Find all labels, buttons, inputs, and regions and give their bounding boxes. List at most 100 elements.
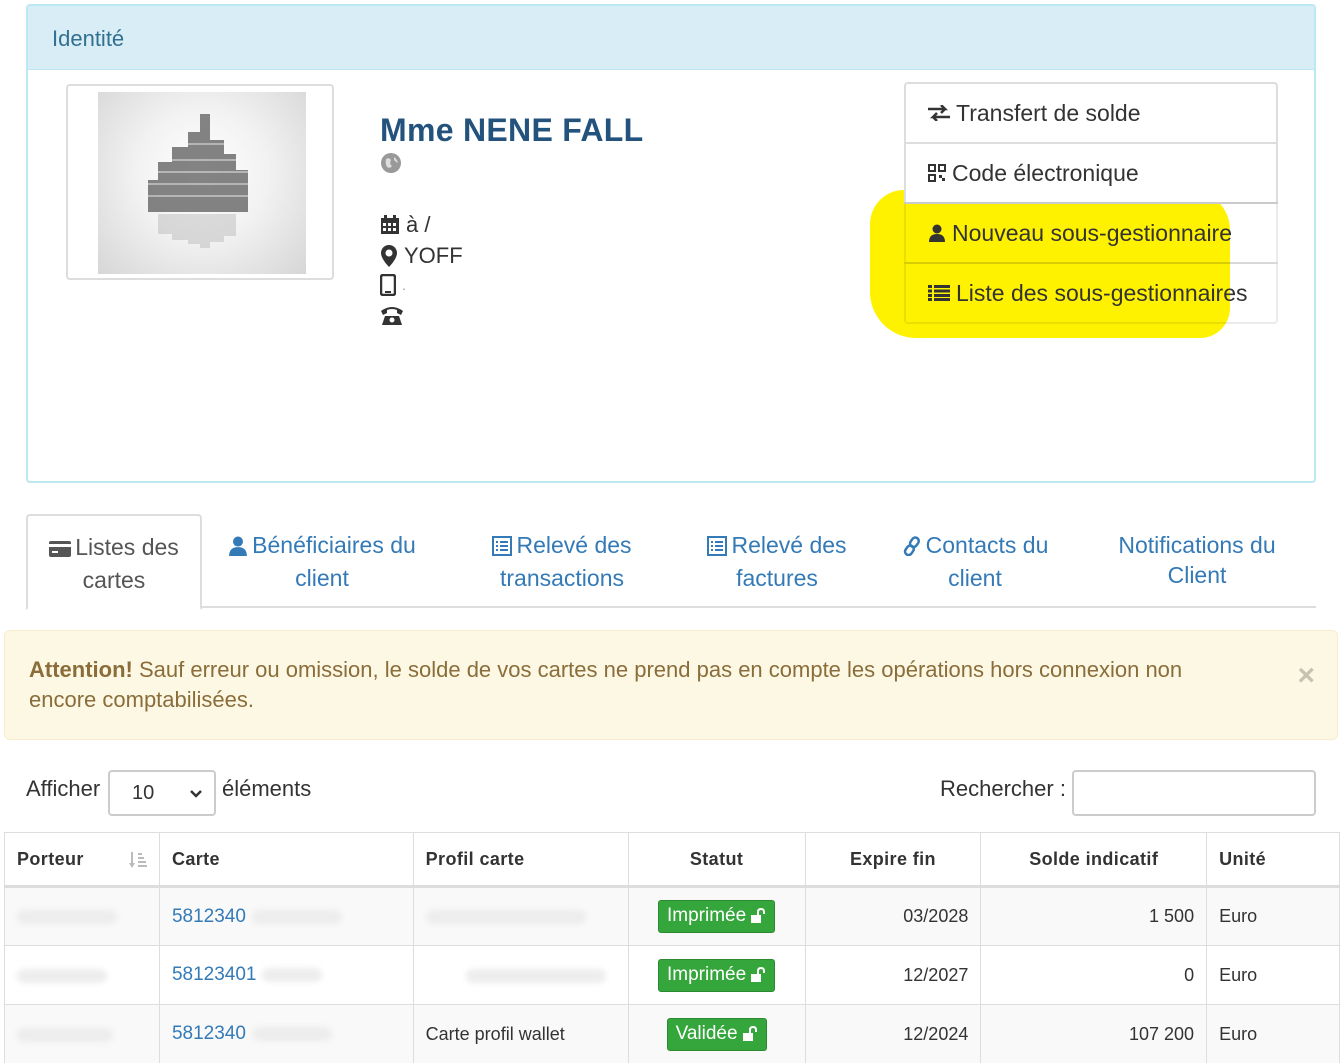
client-name: Mme NENE FALL	[380, 112, 644, 148]
unlock-icon	[742, 1025, 757, 1041]
user-icon	[929, 224, 945, 242]
calendar-icon	[381, 215, 399, 234]
chevron-down-icon	[190, 790, 202, 798]
panel-title: Identité	[28, 6, 1314, 70]
birth-line: à /	[380, 212, 430, 238]
tab-contacts[interactable]: Contacts du client	[872, 514, 1078, 608]
phone-line	[380, 304, 404, 326]
map-marker-icon	[381, 245, 397, 267]
table-row: 58123401 Imprimée 12/2027 0 Euro	[4, 945, 1340, 1005]
expire-cell: 12/2027	[804, 945, 982, 1005]
carte-cell: 5812340	[158, 886, 414, 946]
tab-invoices-line2: factures	[736, 565, 818, 591]
porteur-cell	[4, 886, 160, 946]
search-input[interactable]	[1072, 770, 1316, 816]
solde-cell: 1 500	[980, 886, 1208, 946]
tab-notifications-line1: Notifications du	[1118, 532, 1276, 558]
solde-cell: 107 200	[980, 1004, 1208, 1063]
header-porteur[interactable]: Porteur	[4, 832, 160, 888]
transfer-balance-button[interactable]: Transfert de solde	[904, 82, 1278, 144]
sub-manager-list-button[interactable]: Liste des sous-gestionnaires	[904, 262, 1278, 324]
list-icon	[928, 285, 950, 301]
status-badge: Imprimée	[657, 958, 776, 992]
carte-cell: 58123401	[158, 945, 414, 1005]
alert-strong: Attention!	[29, 657, 133, 682]
page-length-select[interactable]: 10	[108, 770, 216, 816]
unite-cell: Euro	[1206, 1004, 1340, 1063]
tab-beneficiaries[interactable]: Bénéficiaires du client	[202, 514, 442, 608]
list-alt-icon	[707, 536, 728, 556]
tab-beneficiaries-line2: client	[295, 565, 349, 591]
tab-invoices-line1: Relevé des	[731, 532, 847, 558]
status-badge: Imprimée	[657, 900, 776, 933]
user-icon	[229, 536, 248, 556]
mobile-text: .	[402, 277, 406, 293]
table-row: 5812340 Imprimée 03/2028 1 500 Euro	[4, 886, 1340, 946]
expire-cell: 12/2024	[804, 1004, 982, 1063]
unite-cell: Euro	[1206, 886, 1340, 946]
statut-cell: Imprimée	[627, 945, 806, 1005]
qrcode-icon	[928, 164, 946, 182]
cards-table: Porteur Carte Profil carte Statut Expire…	[4, 832, 1340, 1063]
list-alt-icon	[492, 536, 513, 556]
close-icon[interactable]: ×	[1297, 661, 1315, 691]
mobile-line: .	[380, 274, 406, 296]
link-icon	[903, 536, 920, 557]
transfer-balance-label: Transfert de solde	[956, 99, 1141, 126]
header-solde[interactable]: Solde indicatif	[980, 832, 1208, 888]
location-line: YOFF	[380, 243, 463, 269]
exchange-icon	[928, 105, 950, 121]
electronic-code-button[interactable]: Code électronique	[904, 142, 1278, 204]
birth-text: à /	[406, 212, 431, 237]
solde-cell: 0	[980, 945, 1208, 1005]
card-link[interactable]: 5812340	[172, 1023, 246, 1044]
unlock-icon	[751, 908, 766, 923]
sub-manager-list-label: Liste des sous-gestionnaires	[956, 279, 1248, 306]
tab-transactions[interactable]: Relevé des transactions	[442, 514, 682, 608]
unlock-icon	[751, 966, 766, 982]
alert-text: Sauf erreur ou omission, le solde de vos…	[29, 657, 1183, 712]
avatar	[66, 84, 334, 280]
show-label: Afficher	[26, 776, 101, 801]
porteur-cell	[4, 1004, 160, 1063]
tab-card-list-line1: Listes des	[75, 534, 179, 560]
header-carte[interactable]: Carte	[158, 832, 414, 888]
tab-invoices[interactable]: Relevé des factures	[682, 514, 872, 608]
table-header-row: Porteur Carte Profil carte Statut Expire…	[4, 832, 1340, 888]
tab-contacts-line1: Contacts du	[925, 532, 1049, 558]
card-link[interactable]: 58123401	[172, 964, 257, 985]
statut-cell: Imprimée	[627, 886, 806, 946]
credit-card-icon	[49, 541, 72, 557]
building-image	[98, 92, 306, 274]
profil-cell: Carte profil wallet	[412, 1004, 629, 1063]
phone-icon	[381, 307, 403, 325]
statut-cell: Validée	[627, 1004, 806, 1063]
page-length-value: 10	[132, 782, 155, 804]
tab-notifications[interactable]: Notifications du Client	[1078, 514, 1316, 608]
header-statut[interactable]: Statut	[627, 832, 806, 888]
electronic-code-label: Code électronique	[952, 159, 1139, 186]
profil-cell	[412, 886, 629, 946]
location-text: YOFF	[404, 243, 463, 268]
header-expire[interactable]: Expire fin	[804, 832, 982, 888]
warning-alert: Attention! Sauf erreur ou omission, le s…	[4, 630, 1338, 740]
tab-card-list-line2: cartes	[82, 567, 146, 593]
tab-contacts-line2: client	[948, 565, 1002, 591]
header-profil[interactable]: Profil carte	[412, 832, 629, 888]
porteur-cell	[4, 945, 160, 1005]
action-list: Transfert de solde Code électronique Nou…	[904, 82, 1278, 324]
tab-card-list[interactable]: Listes des cartes	[26, 514, 202, 610]
tab-bar: Listes des cartes Bénéficiaires du clien…	[26, 514, 1316, 610]
globe-line	[380, 152, 402, 174]
show-suffix: éléments	[222, 776, 312, 801]
profil-cell	[412, 945, 629, 1005]
status-badge: Validée	[666, 1017, 767, 1051]
globe-icon	[381, 153, 401, 173]
sort-icon	[128, 851, 147, 868]
unite-cell: Euro	[1206, 945, 1340, 1005]
new-sub-manager-button[interactable]: Nouveau sous-gestionnaire	[904, 202, 1278, 264]
tab-transactions-line2: transactions	[499, 565, 624, 591]
card-link[interactable]: 5812340	[172, 906, 246, 927]
header-unite[interactable]: Unité	[1206, 832, 1340, 888]
search-label: Rechercher :	[940, 776, 1066, 801]
